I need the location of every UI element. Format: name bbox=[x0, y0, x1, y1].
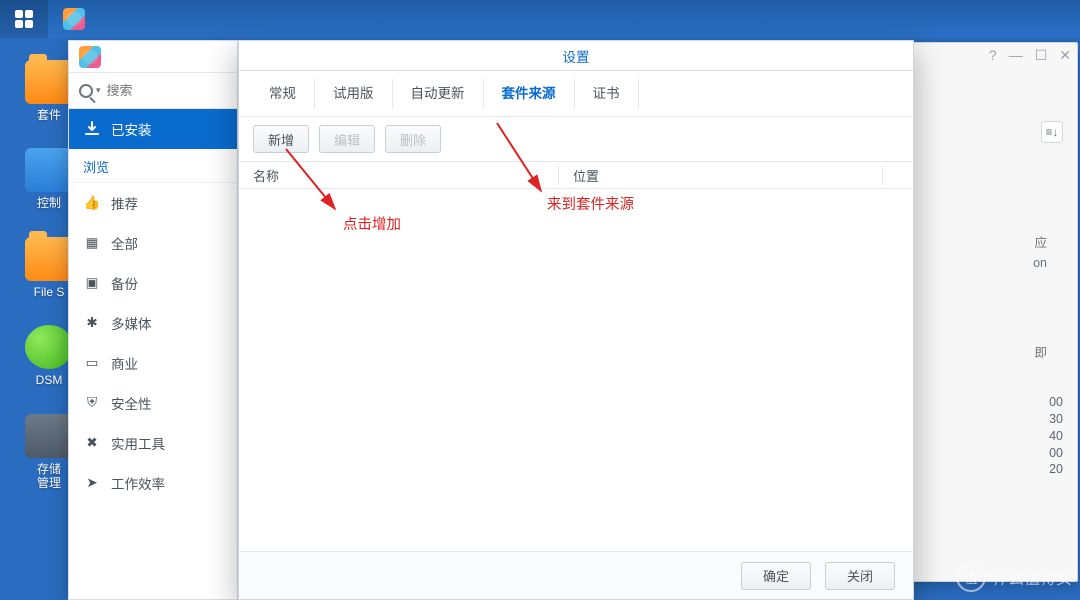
text-fragment: 即 bbox=[919, 343, 1047, 363]
grid-icon bbox=[15, 10, 33, 28]
close-icon[interactable]: ✕ bbox=[1059, 47, 1071, 64]
pkg-titlebar bbox=[69, 41, 237, 73]
package-center-window: ▾ 已安装 浏览 👍 推荐 ▦ 全部 ▣ 备份 ✱ 多媒体 ▭ 商业 ⛨ 安全性… bbox=[68, 40, 238, 600]
taskbar bbox=[0, 0, 1080, 38]
help-icon[interactable]: ? bbox=[989, 47, 997, 64]
sidebar-label: 已安装 bbox=[111, 119, 152, 139]
sidebar-label: 推荐 bbox=[111, 193, 138, 213]
package-center-icon bbox=[63, 8, 85, 30]
desktop-label: DSM bbox=[36, 373, 63, 387]
task-package-center[interactable] bbox=[50, 0, 98, 38]
desktop-item-dsm[interactable]: DSM bbox=[25, 325, 73, 387]
th-location[interactable]: 位置 bbox=[559, 166, 883, 185]
text-fragment: on bbox=[919, 253, 1047, 273]
minimize-icon[interactable]: — bbox=[1009, 47, 1023, 64]
sidebar-label: 备份 bbox=[111, 273, 138, 293]
sidebar-cat-productivity[interactable]: ➤ 工作效率 bbox=[69, 463, 237, 503]
settings-dialog: 设置 常规 试用版 自动更新 套件来源 证书 新增 编辑 删除 名称 位置 点击… bbox=[238, 40, 914, 600]
add-button[interactable]: 新增 bbox=[253, 125, 309, 153]
text-fragment: 应 bbox=[919, 233, 1047, 253]
maximize-icon[interactable]: ☐ bbox=[1035, 47, 1048, 64]
delete-button[interactable]: 删除 bbox=[385, 125, 441, 153]
table-header: 名称 位置 bbox=[239, 161, 913, 189]
view-toggle-button[interactable]: ≡↓ bbox=[1041, 121, 1063, 143]
text-fragment: 00 30 40 00 20 bbox=[919, 394, 1063, 478]
sidebar-label: 多媒体 bbox=[111, 313, 152, 333]
search-input[interactable] bbox=[107, 83, 207, 98]
background-body: 应 on 即 00 30 40 00 20 bbox=[909, 43, 1077, 503]
chevron-down-icon[interactable]: ▾ bbox=[96, 85, 101, 96]
close-button[interactable]: 关闭 bbox=[825, 562, 895, 590]
window-controls: ? — ☐ ✕ bbox=[989, 47, 1071, 64]
desktop-label: 套件 bbox=[37, 108, 61, 122]
sidebar-label: 工作效率 bbox=[111, 473, 165, 493]
folder-icon bbox=[25, 237, 73, 281]
sidebar-cat-backup[interactable]: ▣ 备份 bbox=[69, 263, 237, 303]
sidebar-label: 安全性 bbox=[111, 393, 152, 413]
search-icon bbox=[79, 84, 93, 98]
dialog-toolbar: 新增 编辑 删除 bbox=[239, 117, 913, 161]
edit-button[interactable]: 编辑 bbox=[319, 125, 375, 153]
sidebar-cat-media[interactable]: ✱ 多媒体 bbox=[69, 303, 237, 343]
annotation-label-1: 点击增加 bbox=[343, 213, 401, 234]
tab-package-sources[interactable]: 套件来源 bbox=[484, 79, 575, 109]
thumbs-up-icon: 👍 bbox=[83, 194, 101, 212]
desktop-item-storage[interactable]: 存储 管理 bbox=[25, 414, 73, 491]
table-body: 点击增加 来到套件来源 bbox=[239, 189, 913, 551]
download-icon bbox=[83, 120, 101, 138]
dsm-icon bbox=[25, 325, 73, 369]
desktop-label: 存储 管理 bbox=[37, 462, 61, 491]
sidebar-label: 全部 bbox=[111, 233, 138, 253]
sidebar-cat-security[interactable]: ⛨ 安全性 bbox=[69, 383, 237, 423]
grid-icon: ▦ bbox=[83, 234, 101, 252]
folder-icon bbox=[25, 60, 73, 104]
desktop-label: File S bbox=[34, 285, 65, 299]
sidebar-installed[interactable]: 已安装 bbox=[69, 109, 237, 149]
dialog-tabs: 常规 试用版 自动更新 套件来源 证书 bbox=[239, 71, 913, 117]
storage-icon bbox=[25, 414, 73, 458]
briefcase-icon: ▭ bbox=[83, 354, 101, 372]
desktop-label: 控制 bbox=[37, 196, 61, 210]
tab-trial[interactable]: 试用版 bbox=[315, 79, 393, 109]
dialog-title: 设置 bbox=[239, 41, 913, 71]
package-center-icon bbox=[79, 46, 101, 68]
th-name[interactable]: 名称 bbox=[239, 166, 559, 185]
wrench-icon: ✖ bbox=[83, 434, 101, 452]
sidebar-browse-header: 浏览 bbox=[69, 149, 237, 183]
annotation-label-2: 来到套件来源 bbox=[547, 193, 634, 214]
tab-autoupdate[interactable]: 自动更新 bbox=[393, 79, 484, 109]
desktop-item-package[interactable]: 套件 bbox=[25, 60, 73, 122]
rocket-icon: ➤ bbox=[83, 474, 101, 492]
sidebar-label: 商业 bbox=[111, 353, 138, 373]
tab-certificate[interactable]: 证书 bbox=[575, 79, 639, 109]
sidebar-label: 实用工具 bbox=[111, 433, 165, 453]
sidebar-cat-all[interactable]: ▦ 全部 bbox=[69, 223, 237, 263]
sidebar-cat-utility[interactable]: ✖ 实用工具 bbox=[69, 423, 237, 463]
dialog-footer: 确定 关闭 bbox=[239, 551, 913, 599]
desktop-item-control[interactable]: 控制 bbox=[25, 148, 73, 210]
ok-button[interactable]: 确定 bbox=[741, 562, 811, 590]
sidebar-cat-business[interactable]: ▭ 商业 bbox=[69, 343, 237, 383]
panel-icon bbox=[25, 148, 73, 192]
camera-icon: ▣ bbox=[83, 274, 101, 292]
main-menu-button[interactable] bbox=[0, 0, 48, 38]
shield-icon: ⛨ bbox=[83, 394, 101, 412]
film-icon: ✱ bbox=[83, 314, 101, 332]
sidebar-cat-recommend[interactable]: 👍 推荐 bbox=[69, 183, 237, 223]
background-window: ? — ☐ ✕ ≡↓ 应 on 即 00 30 40 00 20 bbox=[908, 42, 1078, 582]
desktop-item-filestation[interactable]: File S bbox=[25, 237, 73, 299]
tab-general[interactable]: 常规 bbox=[251, 79, 315, 109]
search-bar[interactable]: ▾ bbox=[69, 73, 237, 109]
